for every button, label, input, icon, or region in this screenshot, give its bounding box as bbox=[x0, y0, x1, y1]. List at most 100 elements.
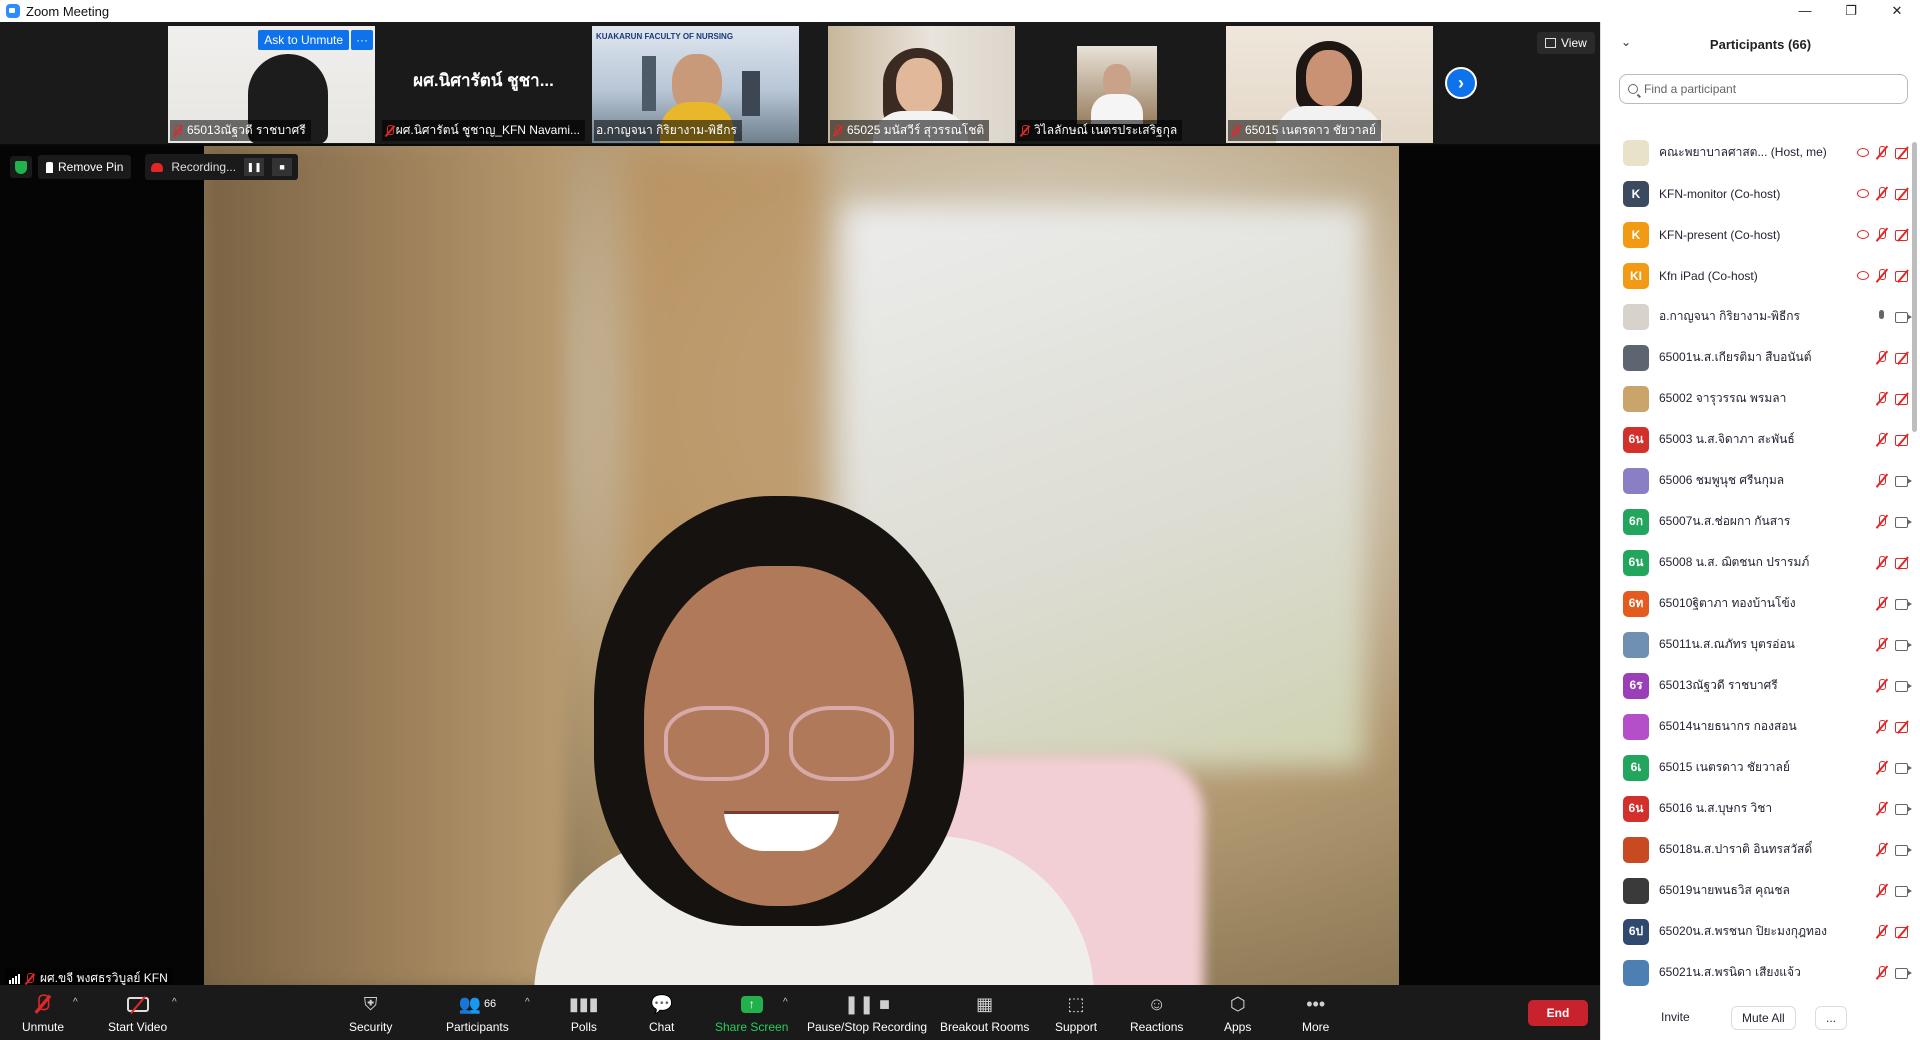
video-thumbnail[interactable]: 65025 มนัสวีร์ สุวรรณโชติ bbox=[828, 26, 1035, 143]
mic-muted-icon bbox=[832, 124, 844, 137]
participant-status-icons bbox=[1875, 514, 1912, 529]
avatar bbox=[1623, 959, 1649, 986]
more-button[interactable]: ••• More bbox=[1302, 991, 1329, 1035]
participant-row[interactable]: K KFN-present (Co-host) bbox=[1601, 214, 1911, 255]
unmute-label: Unmute bbox=[22, 1020, 65, 1034]
view-grid-icon bbox=[1545, 38, 1556, 48]
thumbnail-more-button[interactable]: ··· bbox=[351, 30, 373, 50]
participant-row[interactable]: 6น 65016 น.ส.บุษกร วิชา bbox=[1601, 788, 1912, 829]
scrollbar-thumb[interactable] bbox=[1912, 142, 1917, 432]
thumbnail-name: อ.กาญจนา กิริยางาม-พิธีกร bbox=[596, 123, 738, 137]
maximize-button[interactable]: ❐ bbox=[1828, 3, 1874, 19]
apps-icon: ⬡ bbox=[1229, 993, 1246, 1014]
video-thumbnail[interactable]: Ask to Unmute ··· 65013ณัฐวดี ราชบาศรี bbox=[168, 26, 375, 143]
pause-stop-recording-button[interactable]: ❚❚ ■ Pause/Stop Recording bbox=[807, 991, 927, 1035]
participants-button[interactable]: 👥 66 Participants bbox=[446, 991, 509, 1035]
unmute-button[interactable]: Unmute bbox=[22, 991, 64, 1034]
participant-row[interactable]: 65001น.ส.เกียรติมา สืบอนันต์ bbox=[1601, 337, 1911, 378]
participant-row[interactable]: K KFN-monitor (Co-host) bbox=[1601, 173, 1911, 214]
pinned-video[interactable] bbox=[204, 146, 1399, 987]
participant-row[interactable]: KI Kfn iPad (Co-host) bbox=[1601, 255, 1911, 296]
participants-panel: ⌄ Participants (66) Find a participant ค… bbox=[1600, 22, 1920, 1040]
participant-row[interactable]: 6ท 65010ฐิตาภา ทองบ้านโข้ง bbox=[1601, 583, 1912, 624]
start-video-button[interactable]: Start Video bbox=[108, 991, 167, 1034]
next-page-button[interactable]: › bbox=[1445, 67, 1477, 99]
participant-name: 65018น.ส.ปาราติ อินทรสวัสดิ์ bbox=[1659, 842, 1813, 856]
remove-pin-button[interactable]: Remove Pin bbox=[38, 155, 132, 179]
participant-row[interactable]: 65014นายธนากร กองสอน bbox=[1601, 706, 1911, 747]
participant-search-input[interactable]: Find a participant bbox=[1619, 74, 1908, 104]
polls-button[interactable]: ▮▮▮ Polls bbox=[569, 991, 599, 1035]
chat-icon: 💬 bbox=[650, 993, 673, 1014]
meeting-area: Ask to Unmute ··· 65013ณัฐวดี ราชบาศรี ผ… bbox=[0, 22, 1600, 989]
avatar: 6น bbox=[1623, 549, 1649, 576]
video-icon bbox=[1895, 475, 1912, 487]
participant-row[interactable]: 65002 จารุวรรณ พรมลา bbox=[1601, 378, 1911, 419]
minimize-button[interactable]: — bbox=[1782, 3, 1828, 19]
apps-button[interactable]: ⬡ Apps bbox=[1224, 991, 1251, 1035]
ask-to-unmute-button[interactable]: Ask to Unmute bbox=[258, 30, 349, 50]
video-off-icon bbox=[1895, 270, 1911, 282]
participant-row[interactable]: 65006 ชมพูนุช ศรีนกุมล bbox=[1601, 460, 1912, 501]
video-thumbnail[interactable]: ผศ.นิศารัตน์ ชูชา... ผศ.นิศารัตน์ ชูชาญ_… bbox=[380, 26, 587, 143]
close-button[interactable]: ✕ bbox=[1874, 3, 1920, 19]
share-options-caret[interactable]: ^ bbox=[783, 997, 788, 1008]
end-meeting-button[interactable]: End bbox=[1528, 1000, 1588, 1026]
share-screen-button[interactable]: ↑ Share Screen bbox=[715, 991, 788, 1034]
participant-row[interactable]: 65019นายพนธวิส คุณชล bbox=[1601, 870, 1912, 911]
video-options-caret[interactable]: ^ bbox=[172, 997, 177, 1008]
chevron-down-icon[interactable]: ⌄ bbox=[1621, 35, 1631, 49]
panel-footer: Invite Mute All ... bbox=[1601, 994, 1911, 1040]
participant-name: KFN-monitor (Co-host) bbox=[1659, 186, 1781, 201]
participant-row[interactable]: 65011น.ส.ณภัทร บุตรอ่อน bbox=[1601, 624, 1912, 665]
participant-row[interactable]: 6น 65003 น.ส.จิดาภา สะพันธ์ bbox=[1601, 419, 1911, 460]
video-thumbnail[interactable]: วิไลลักษณ์ เนตรประเสริฐกุล bbox=[1015, 26, 1222, 143]
video-letterbox-left bbox=[0, 146, 204, 987]
glasses-right bbox=[789, 706, 894, 781]
avatar bbox=[1623, 836, 1649, 863]
participant-status-icons bbox=[1875, 883, 1912, 898]
reactions-button[interactable]: ☺ Reactions bbox=[1130, 991, 1183, 1035]
view-button[interactable]: View bbox=[1537, 32, 1595, 54]
participant-name: 65006 ชมพูนุช ศรีนกุมล bbox=[1659, 473, 1785, 487]
participant-list: คณะพยาบาลศาสต... (Host, me) K KFN-monitor … bbox=[1601, 132, 1912, 993]
participants-options-caret[interactable]: ^ bbox=[525, 997, 530, 1008]
participant-list-scrollbar[interactable] bbox=[1912, 122, 1918, 1002]
participant-row[interactable]: 65018น.ส.ปาราติ อินทรสวัสดิ์ bbox=[1601, 829, 1912, 870]
chat-button[interactable]: 💬 Chat bbox=[649, 991, 675, 1035]
breakout-rooms-icon: ▦ bbox=[976, 993, 994, 1014]
invite-button[interactable]: Invite bbox=[1651, 1006, 1700, 1028]
participant-status-icons bbox=[1875, 596, 1912, 611]
avatar: 6น bbox=[1623, 795, 1649, 822]
avatar bbox=[1623, 303, 1649, 330]
participant-status-icons bbox=[1875, 801, 1912, 816]
participant-row[interactable]: 6น 65008 น.ส. ฌิตชนก ปรารมภ์ bbox=[1601, 542, 1911, 583]
panel-more-button[interactable]: ... bbox=[1815, 1006, 1848, 1030]
participant-row[interactable]: 6ป 65020น.ส.พรชนก ปิยะมงกุฎทอง bbox=[1601, 911, 1911, 952]
avatar bbox=[1623, 467, 1649, 494]
video-off-icon bbox=[1895, 147, 1911, 159]
start-video-label: Start Video bbox=[108, 1020, 168, 1034]
encryption-badge[interactable] bbox=[10, 156, 32, 178]
panel-title: Participants (66) bbox=[1709, 36, 1812, 52]
video-icon bbox=[1895, 639, 1912, 651]
audio-options-caret[interactable]: ^ bbox=[73, 997, 78, 1008]
participant-row[interactable]: คณะพยาบาลศาสต... (Host, me) bbox=[1601, 132, 1911, 173]
mute-all-button[interactable]: Mute All bbox=[1731, 1006, 1796, 1030]
pause-recording-button[interactable]: ❚❚ bbox=[244, 158, 265, 176]
support-button[interactable]: ⬚ Support bbox=[1055, 991, 1098, 1035]
stop-recording-button[interactable]: ■ bbox=[272, 158, 293, 176]
participant-row[interactable]: อ.กาญจนา กิริยางาม-พิธีกร bbox=[1601, 296, 1912, 337]
breakout-rooms-button[interactable]: ▦ Breakout Rooms bbox=[940, 991, 1029, 1035]
participant-row[interactable]: 6ก 65007น.ส.ช่อผกา กันสาร bbox=[1601, 501, 1912, 542]
participant-row[interactable]: 65021น.ส.พรนิดา เสียงแจ้ว bbox=[1601, 952, 1912, 993]
participants-label: Participants bbox=[446, 1020, 509, 1034]
video-thumbnail[interactable]: KUAKARUN FACULTY OF NURSING อ.กาญจนา กิร… bbox=[592, 26, 799, 143]
security-button[interactable]: ⛨ Security bbox=[349, 991, 392, 1035]
participant-row[interactable]: 6เ 65015 เนตรดาว ชัยวาลย์ bbox=[1601, 747, 1912, 788]
participant-name: 65001น.ส.เกียรติมา สืบอนันต์ bbox=[1659, 350, 1812, 364]
chat-label: Chat bbox=[649, 1020, 675, 1034]
video-thumbnail[interactable]: 65015 เนตรดาว ชัยวาลย์ bbox=[1226, 26, 1433, 143]
support-label: Support bbox=[1055, 1020, 1098, 1034]
participant-row[interactable]: 6ร 65013ณัฐวดี ราชบาศรี bbox=[1601, 665, 1912, 706]
